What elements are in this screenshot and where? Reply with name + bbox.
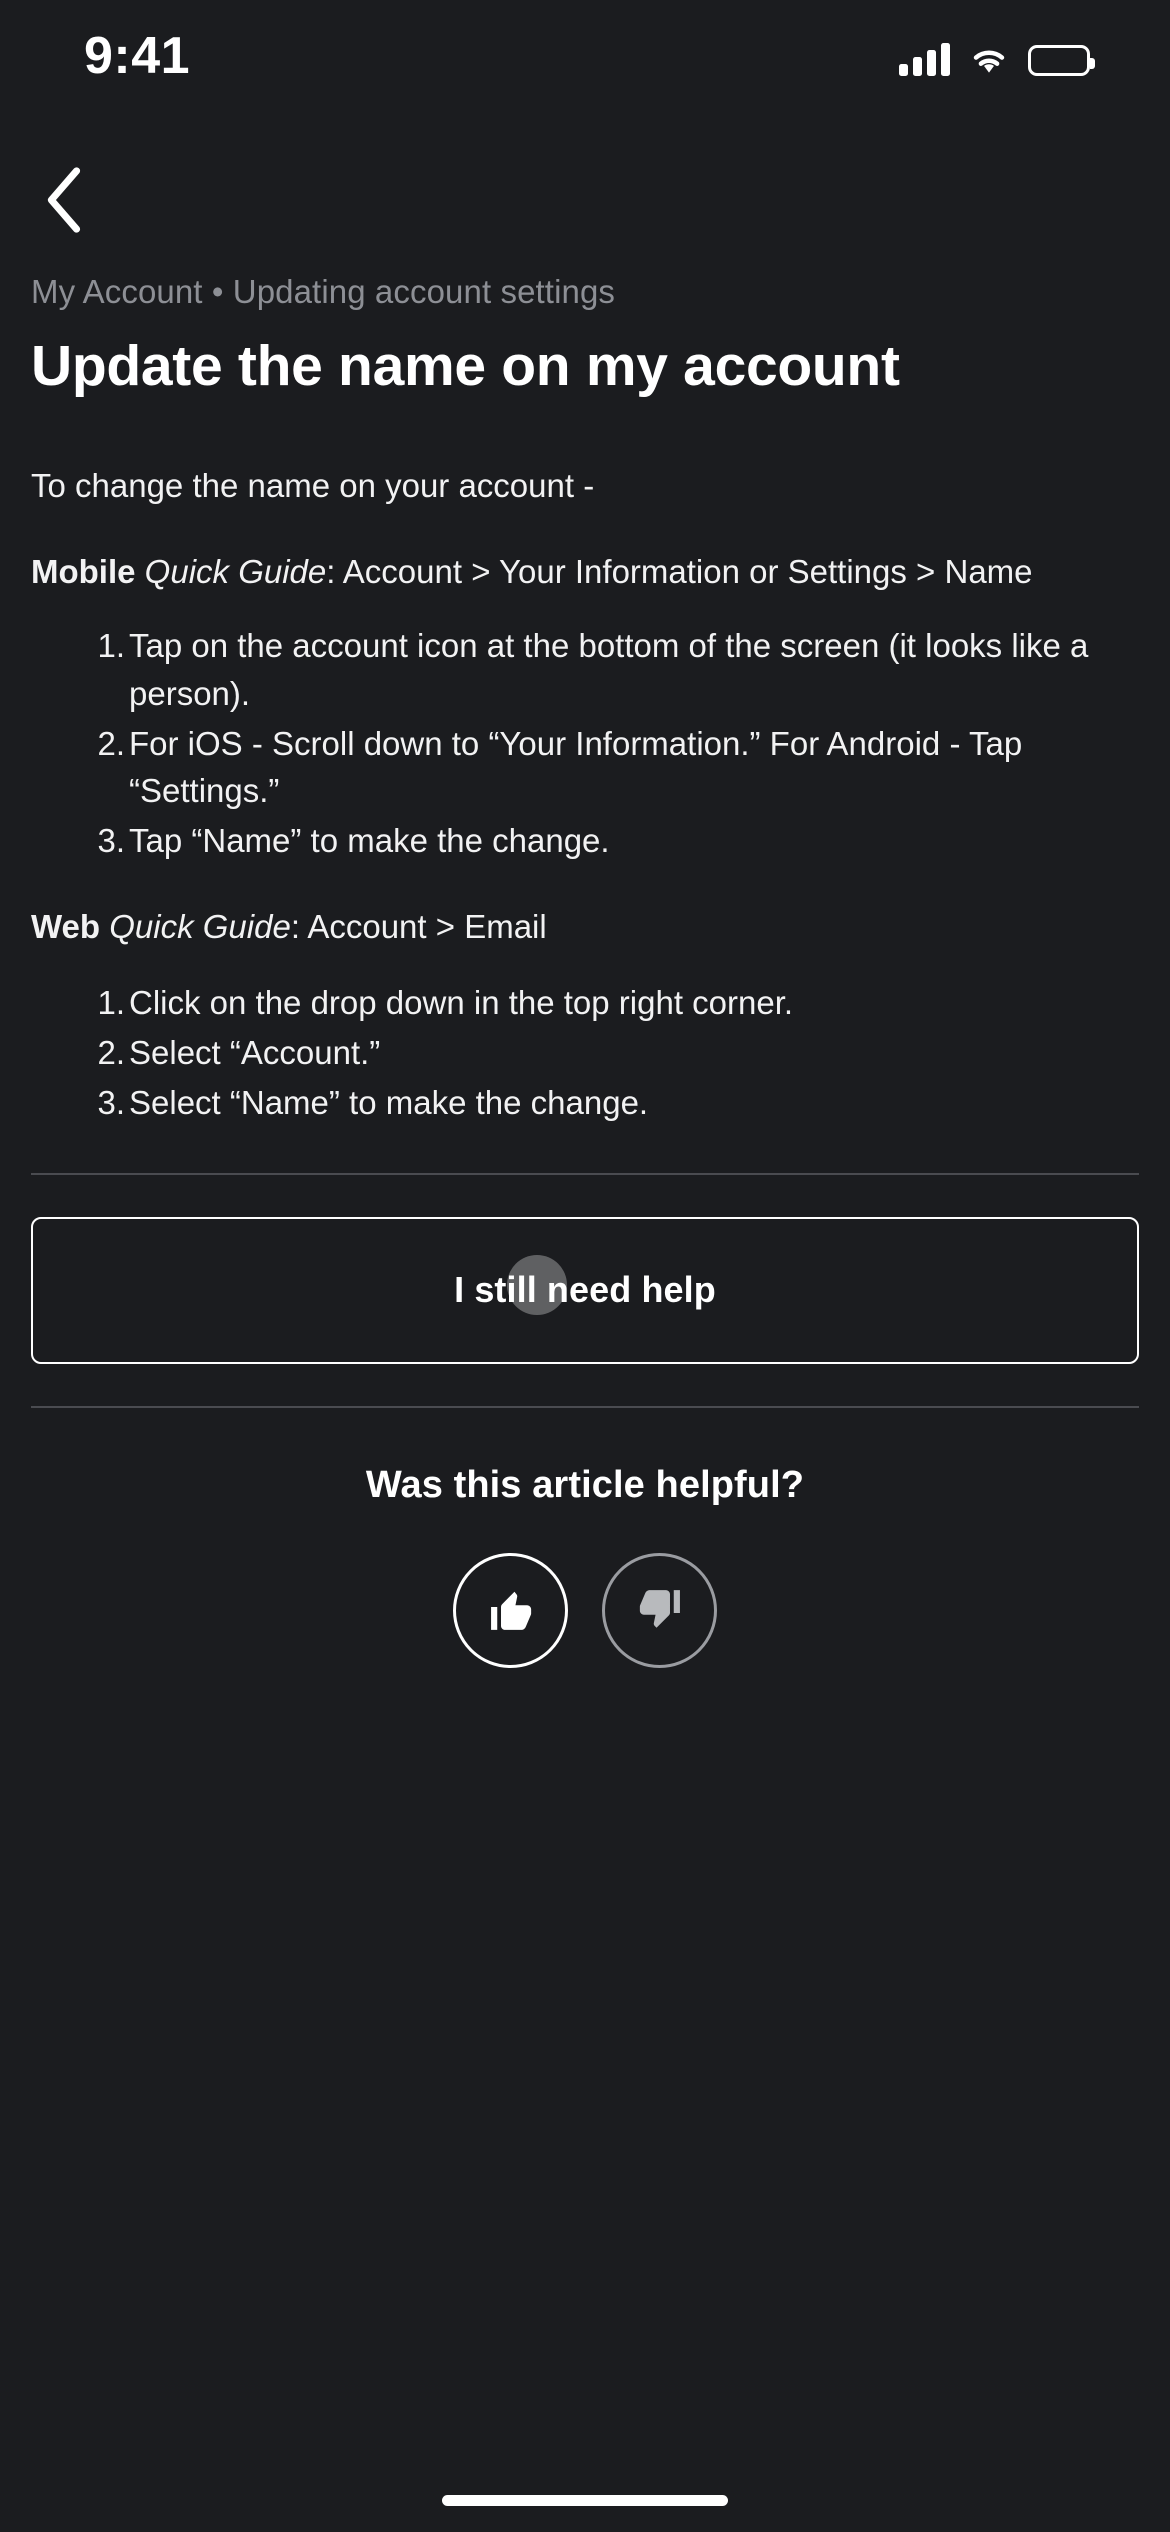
thumbs-up-icon [485,1584,537,1636]
page-title: Update the name on my account [31,334,900,398]
still-need-help-label: I still need help [454,1269,716,1311]
web-platform-label: Web [31,908,101,946]
divider-below-help [31,1405,1139,1408]
list-item: 3. Select “Name” to make the change. [97,1079,1139,1127]
step-text: Select “Account.” [129,1033,381,1071]
step-text: Tap on the account icon at the bottom of… [129,626,1089,712]
home-indicator[interactable] [442,2494,728,2506]
list-item: 2. For iOS - Scroll down to “Your Informa… [97,720,1139,816]
divider-above-help [31,1172,1139,1175]
list-item: 2. Select “Account.” [97,1029,1139,1077]
mobile-guide-label: Quick Guide [144,553,327,591]
feedback-question: Was this article helpful? [365,1463,805,1506]
still-need-help-button[interactable]: I still need help [31,1216,1139,1364]
step-text: For iOS - Scroll down to “Your Informati… [129,724,1023,810]
home-indicator-area [0,2468,1170,2532]
step-number: 1. [97,984,125,1022]
thumbs-down-button[interactable] [602,1552,717,1668]
status-bar: 9:41 [0,0,1170,150]
step-number: 3. [97,822,125,860]
battery-full-icon [1028,45,1095,76]
intro-paragraph: To change the name on your account - [31,467,595,505]
feedback-section: Was this article helpful? [31,1464,1139,1668]
breadcrumb: My Account • Updating account settings [31,273,616,310]
web-guide-path: : Account > Email [290,908,547,946]
mobile-steps-list: 1. Tap on the account icon at the bottom … [31,622,1139,865]
step-number: 2. [97,724,125,762]
status-bar-clock: 9:41 [84,27,191,85]
step-text: Tap “Name” to make the change. [129,822,610,860]
list-item: 3. Tap “Name” to make the change. [97,817,1139,865]
back-button[interactable] [22,159,104,241]
list-item: 1. Tap on the account icon at the bottom … [97,622,1139,718]
step-text: Select “Name” to make the change. [129,1083,649,1121]
step-number: 2. [97,1033,125,1071]
mobile-quick-guide-heading: Mobile Quick Guide: Account > Your Infor… [31,548,1139,596]
thumbs-up-button[interactable] [453,1552,568,1668]
mobile-guide-path: : Account > Your Information or Settings… [326,553,1033,591]
web-quick-guide-heading: Web Quick Guide: Account > Email [31,903,1139,951]
mobile-platform-label: Mobile [31,553,136,591]
feedback-buttons [31,1552,1139,1668]
cellular-bars-icon [899,42,950,76]
wifi-icon [968,44,1010,76]
app-screen: 9:41 My Account • Updating account setti… [0,0,1170,2532]
article-content: My Account • Updating account settings U… [0,250,1170,2468]
step-number: 3. [97,1083,125,1121]
step-text: Click on the drop down in the top right … [129,984,794,1022]
web-steps-list: 1. Click on the drop down in the top righ… [31,979,1139,1127]
chevron-left-icon [41,165,85,235]
navigation-bar [0,150,1170,250]
web-guide-label: Quick Guide [109,908,291,946]
list-item: 1. Click on the drop down in the top righ… [97,979,1139,1027]
thumbs-down-icon [634,1584,686,1636]
status-bar-icons [899,34,1095,76]
step-number: 1. [97,626,125,664]
